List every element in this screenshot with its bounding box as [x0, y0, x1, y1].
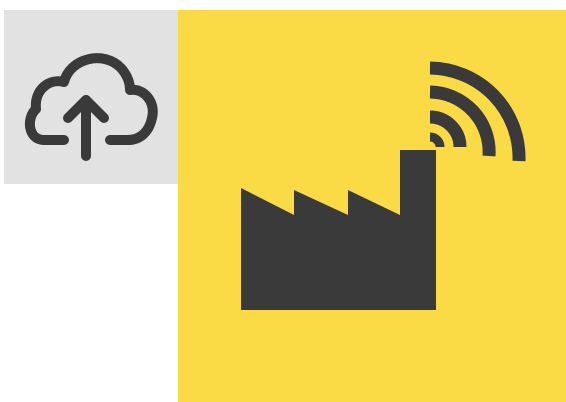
cloud-upload-tile	[4, 10, 178, 184]
cloud-upload-icon	[24, 53, 158, 161]
smart-factory-tile	[178, 10, 566, 402]
smart-factory-wireless-icon	[241, 61, 526, 310]
